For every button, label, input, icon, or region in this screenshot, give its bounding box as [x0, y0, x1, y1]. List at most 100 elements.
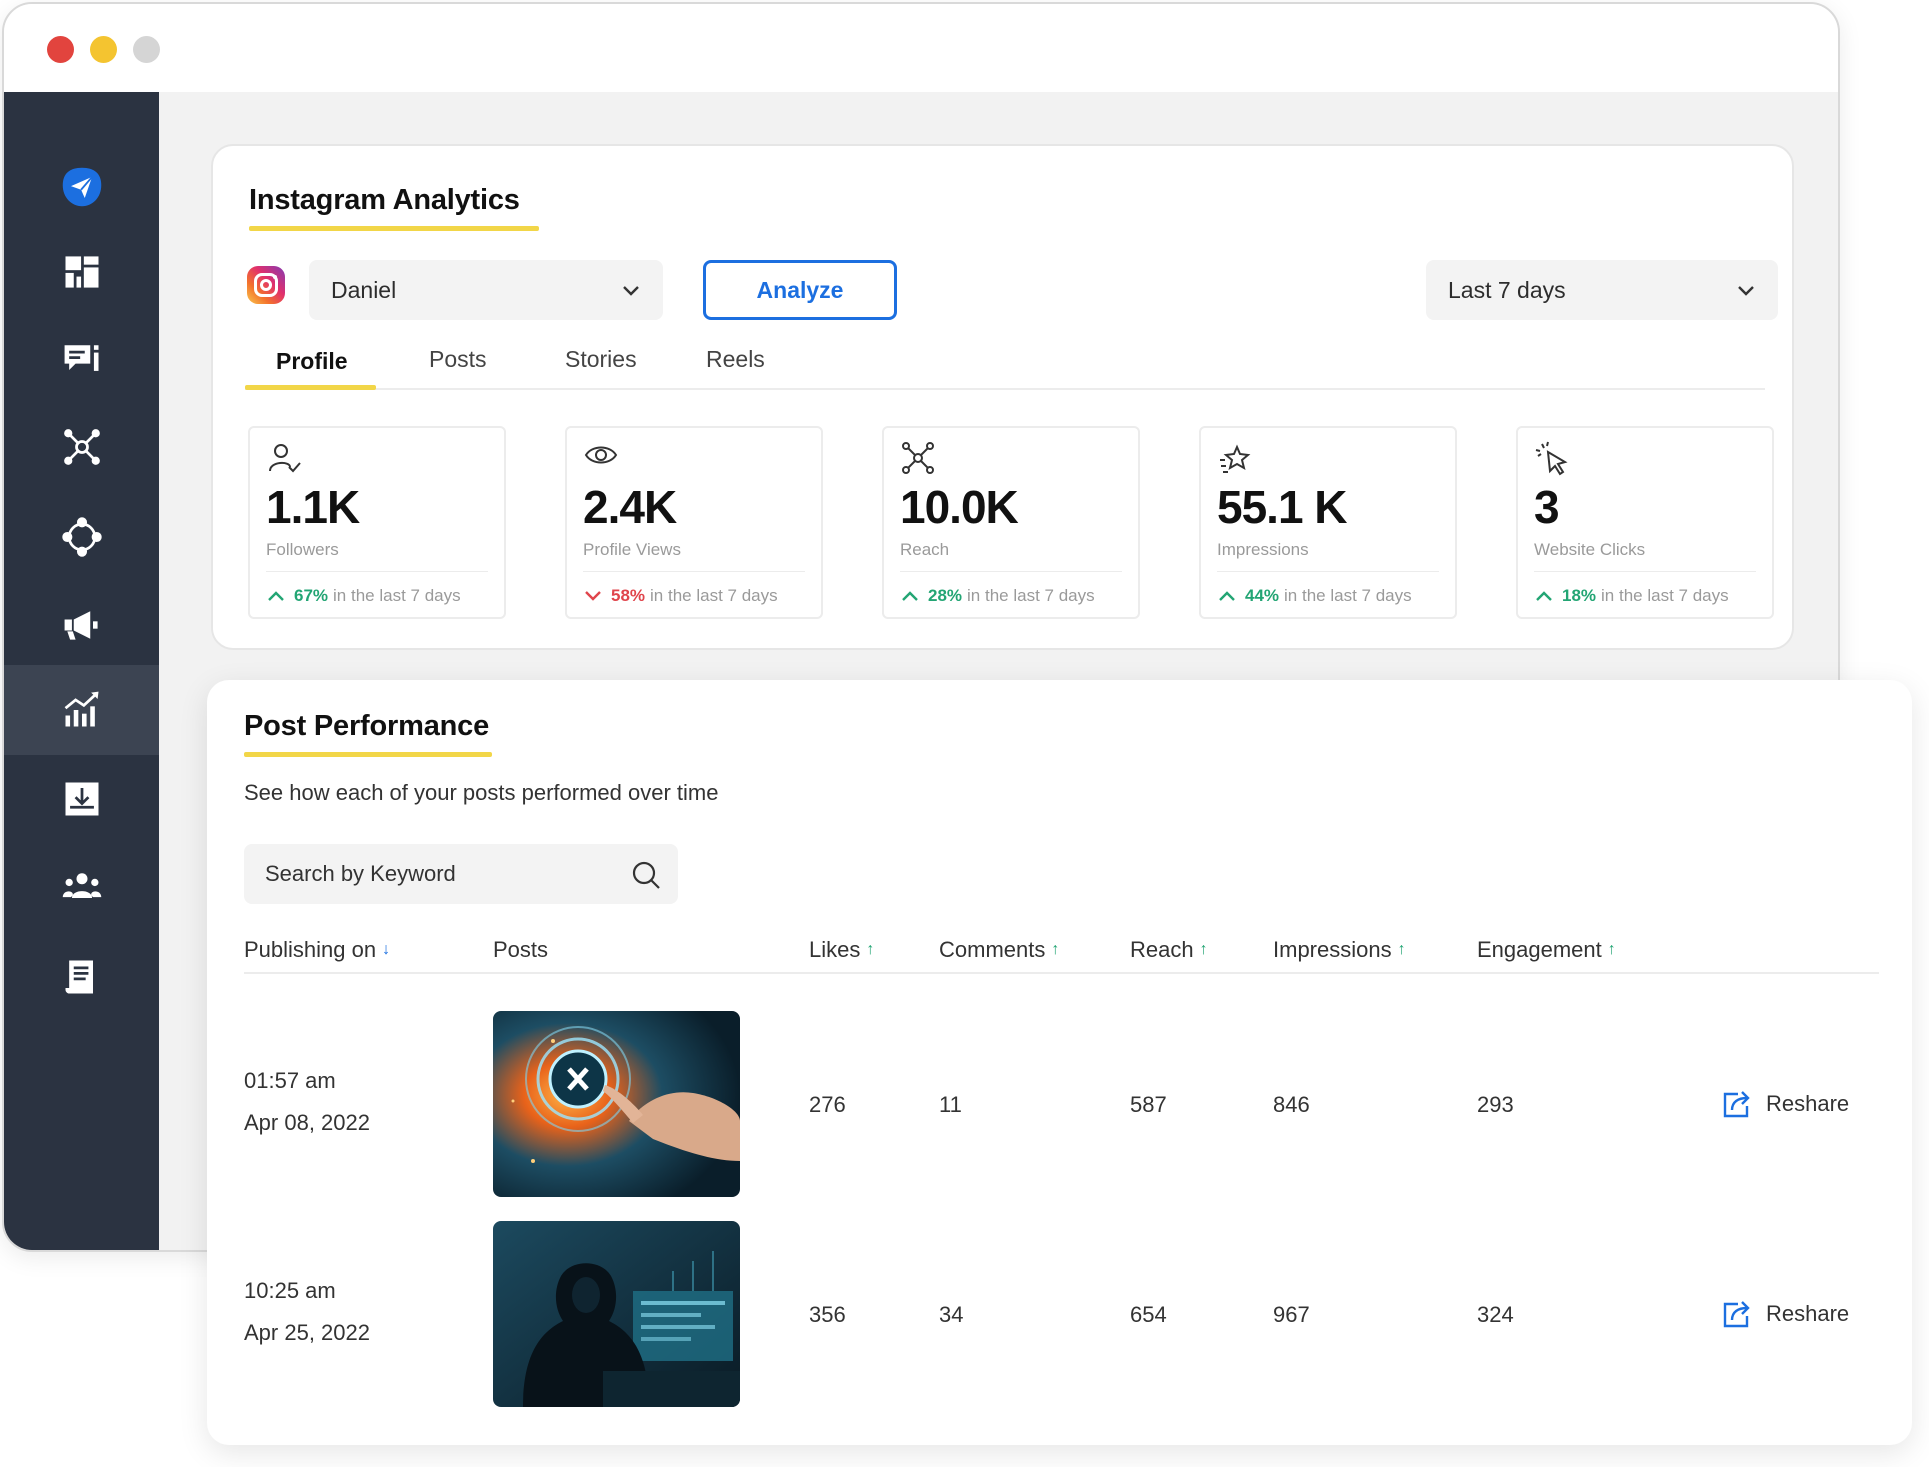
engagement-value: 293: [1477, 1092, 1514, 1117]
star-sparkle-icon: [1220, 444, 1251, 473]
sort-up-icon: ↑: [1397, 941, 1406, 958]
performance-title: Post Performance: [244, 710, 489, 742]
megaphone-icon: [64, 611, 98, 640]
column-header-likes[interactable]: Likes ↑: [809, 937, 874, 963]
close-window-button[interactable]: [47, 36, 74, 63]
search-icon[interactable]: [630, 859, 662, 891]
divider: [1534, 571, 1756, 572]
table-row-1-datetime: 01:57 am Apr 08, 2022: [244, 1060, 370, 1144]
trend-up-icon: [268, 591, 284, 601]
reshare-button[interactable]: Reshare: [1720, 1298, 1849, 1330]
reach-value: 587: [1130, 1092, 1167, 1117]
active-tab-indicator: [245, 385, 376, 390]
date-range-select[interactable]: Last 7 days: [1426, 260, 1778, 320]
post-time: 01:57 am: [244, 1068, 336, 1093]
trend-up-icon: [1219, 591, 1235, 601]
stat-value: 2.4K: [583, 481, 677, 533]
account-select[interactable]: Daniel: [309, 260, 663, 320]
stat-trend: 67% in the last 7 days: [266, 586, 461, 606]
column-header-label: Reach: [1130, 937, 1194, 962]
chat-messages-icon: [64, 345, 98, 371]
sidebar-item-team[interactable]: [4, 842, 159, 932]
stat-trend: 28% in the last 7 days: [900, 586, 1095, 606]
tab-reels[interactable]: Reels: [706, 346, 765, 373]
divider: [583, 571, 805, 572]
trend-up-icon: [1536, 591, 1552, 601]
stat-trend: 58% in the last 7 days: [583, 586, 778, 606]
paper-plane-logo-icon: [62, 167, 101, 207]
column-header-comments[interactable]: Comments ↑: [939, 937, 1059, 963]
trend-percent: 67%: [294, 586, 329, 605]
stat-label: Reach: [900, 540, 950, 559]
tab-profile[interactable]: Profile: [276, 348, 348, 375]
reshare-label: Reshare: [1766, 1301, 1850, 1326]
divider: [266, 571, 488, 572]
window-titlebar: [4, 4, 1838, 92]
account-select-value: Daniel: [331, 276, 397, 303]
tab-stories[interactable]: Stories: [565, 346, 637, 373]
post-date: Apr 08, 2022: [244, 1110, 370, 1135]
sort-up-icon: ↑: [1199, 941, 1208, 958]
search-input[interactable]: [265, 861, 605, 887]
instagram-logo-icon: [247, 266, 285, 304]
column-header-posts: Posts: [493, 937, 548, 963]
search-box: [244, 844, 678, 904]
stat-value: 1.1K: [266, 481, 360, 533]
divider: [900, 571, 1122, 572]
chevron-down-icon: [1738, 286, 1754, 296]
trend-percent: 58%: [611, 586, 646, 605]
minimize-window-button[interactable]: [90, 36, 117, 63]
trend-up-icon: [902, 591, 918, 601]
stat-label: Profile Views: [583, 540, 681, 559]
trend-percent: 44%: [1245, 586, 1280, 605]
chevron-down-icon: [623, 286, 639, 296]
tech-hand-touch-image[interactable]: [493, 1011, 740, 1197]
sidebar-item-reports[interactable]: [4, 932, 159, 1022]
share-icon: [1723, 1301, 1750, 1328]
date-range-value: Last 7 days: [1448, 276, 1566, 303]
column-header-engagement[interactable]: Engagement ↑: [1477, 937, 1616, 963]
analytics-title: Instagram Analytics: [249, 184, 520, 216]
report-document-icon: [65, 960, 93, 994]
circular-nodes-icon: [61, 517, 102, 557]
reach-value: 654: [1130, 1302, 1167, 1327]
reach-network-icon: [902, 442, 934, 474]
stat-card-followers: 1.1K Followers 67% in the last 7 days: [248, 426, 506, 619]
trend-suffix: in the last 7 days: [967, 586, 1095, 605]
sort-up-icon: ↑: [866, 941, 875, 958]
maximize-window-button[interactable]: [133, 36, 160, 63]
sidebar-item-engagement[interactable]: [4, 492, 159, 582]
sidebar: [4, 92, 159, 1250]
column-header-impressions[interactable]: Impressions ↑: [1273, 937, 1406, 963]
column-header-publishing[interactable]: Publishing on ↓: [244, 937, 390, 963]
engagement-value: 324: [1477, 1302, 1514, 1327]
sidebar-item-campaigns[interactable]: [4, 580, 159, 670]
hooded-hacker-image[interactable]: [493, 1221, 740, 1407]
performance-subtitle: See how each of your posts performed ove…: [244, 780, 719, 805]
column-header-label: Impressions: [1273, 937, 1392, 962]
tab-posts[interactable]: Posts: [429, 346, 487, 373]
title-underline: [249, 226, 539, 231]
sidebar-item-messages[interactable]: [4, 314, 159, 404]
trend-suffix: in the last 7 days: [1601, 586, 1729, 605]
sidebar-item-dashboard[interactable]: [4, 227, 159, 317]
trend-percent: 28%: [928, 586, 963, 605]
stat-card-profile-views: 2.4K Profile Views 58% in the last 7 day…: [565, 426, 823, 619]
stat-value: 55.1 K: [1217, 481, 1348, 533]
divider: [1217, 571, 1439, 572]
sidebar-item-network[interactable]: [4, 402, 159, 492]
followers-user-icon: [269, 444, 301, 473]
column-header-label: Posts: [493, 937, 549, 962]
stat-value: 10.0K: [900, 481, 1019, 533]
table-row-2-datetime: 10:25 am Apr 25, 2022: [244, 1270, 370, 1354]
sidebar-item-analytics[interactable]: [4, 665, 159, 755]
column-header-reach[interactable]: Reach ↑: [1130, 937, 1208, 963]
sidebar-item-inbox[interactable]: [4, 754, 159, 844]
trend-suffix: in the last 7 days: [1284, 586, 1412, 605]
stat-label: Website Clicks: [1534, 540, 1646, 559]
analyze-button[interactable]: Analyze: [703, 260, 897, 320]
sidebar-item-home[interactable]: [4, 142, 159, 232]
trend-suffix: in the last 7 days: [650, 586, 778, 605]
stat-card-reach: 10.0K Reach 28% in the last 7 days: [882, 426, 1140, 619]
reshare-button[interactable]: Reshare: [1720, 1088, 1849, 1120]
